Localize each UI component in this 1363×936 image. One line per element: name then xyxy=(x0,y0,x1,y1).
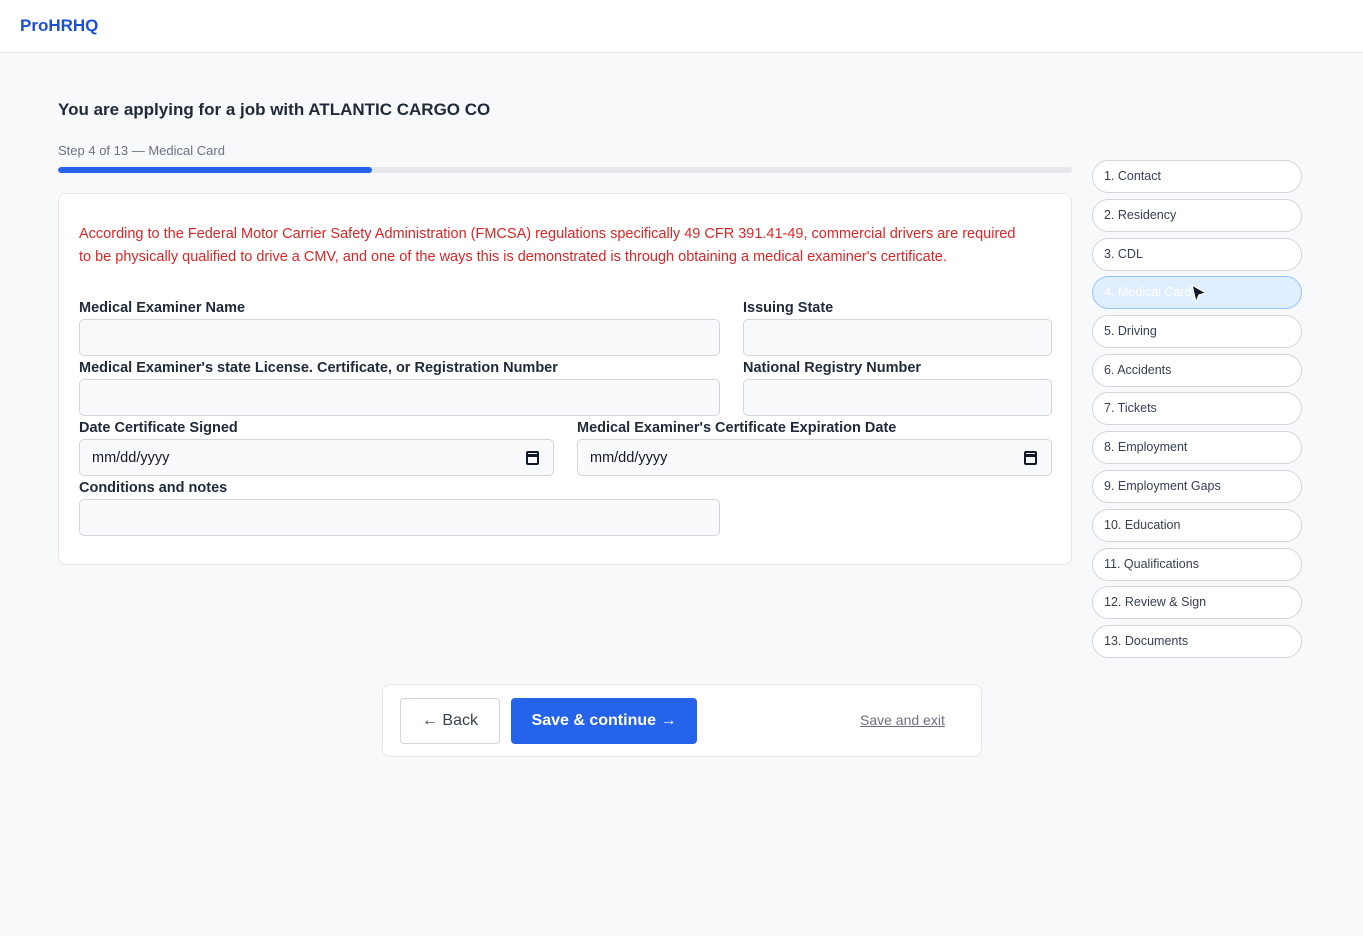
expiration-date-value: mm/dd/yyyy xyxy=(590,450,668,466)
step-nav-accidents[interactable]: 6. Accidents xyxy=(1092,354,1302,387)
step-nav-residency[interactable]: 2. Residency xyxy=(1092,199,1302,232)
expiration-date-input[interactable]: mm/dd/yyyy xyxy=(577,439,1052,476)
action-bar: ← Back Save & continue → Save and exit xyxy=(382,684,982,757)
back-button[interactable]: ← Back xyxy=(400,698,500,744)
progress-fill xyxy=(58,167,373,173)
issuing-state-label: Issuing State xyxy=(743,300,834,316)
save-continue-button[interactable]: Save & continue → xyxy=(511,698,697,744)
calendar-icon[interactable] xyxy=(1024,451,1037,465)
date-signed-value: mm/dd/yyyy xyxy=(92,450,170,466)
brand-logo[interactable]: ProHRHQ xyxy=(20,16,98,36)
step-nav-education[interactable]: 10. Education xyxy=(1092,509,1302,542)
registry-number-input[interactable] xyxy=(743,379,1052,416)
expiration-date-label: Medical Examiner's Certificate Expiratio… xyxy=(577,420,897,436)
examiner-name-input[interactable] xyxy=(79,319,720,356)
step-nav-cdl[interactable]: 3. CDL xyxy=(1092,238,1302,271)
step-nav-driving[interactable]: 5. Driving xyxy=(1092,315,1302,348)
step-nav-employment-gaps[interactable]: 9. Employment Gaps xyxy=(1092,470,1302,503)
issuing-state-input[interactable] xyxy=(743,319,1052,356)
save-and-exit-link[interactable]: Save and exit xyxy=(860,712,945,728)
license-number-input[interactable] xyxy=(79,379,720,416)
page-title: You are applying for a job with ATLANTIC… xyxy=(58,100,491,119)
step-nav-tickets[interactable]: 7. Tickets xyxy=(1092,392,1302,425)
license-number-label: Medical Examiner's state License. Certif… xyxy=(79,360,558,376)
step-nav-documents[interactable]: 13. Documents xyxy=(1092,625,1302,658)
step-label: Step 4 of 13 — Medical Card xyxy=(58,143,225,158)
medical-card-form: According to the Federal Motor Carrier S… xyxy=(58,193,1072,565)
progress-bar xyxy=(58,167,1072,173)
step-nav-review-sign[interactable]: 12. Review & Sign xyxy=(1092,586,1302,619)
step-nav-employment[interactable]: 8. Employment xyxy=(1092,431,1302,464)
step-nav-contact[interactable]: 1. Contact xyxy=(1092,160,1302,193)
notes-input[interactable] xyxy=(79,499,720,536)
registry-number-label: National Registry Number xyxy=(743,360,922,376)
fmcsa-notice: According to the Federal Motor Carrier S… xyxy=(79,226,1016,265)
date-signed-label: Date Certificate Signed xyxy=(79,420,238,436)
calendar-icon[interactable] xyxy=(526,451,539,465)
notes-label: Conditions and notes xyxy=(79,480,228,496)
top-bar: ProHRHQ xyxy=(0,0,1363,53)
examiner-name-label: Medical Examiner Name xyxy=(79,300,246,316)
step-nav-qualifications[interactable]: 11. Qualifications xyxy=(1092,548,1302,581)
mouse-cursor-icon xyxy=(1191,284,1207,303)
date-signed-input[interactable]: mm/dd/yyyy xyxy=(79,439,554,476)
